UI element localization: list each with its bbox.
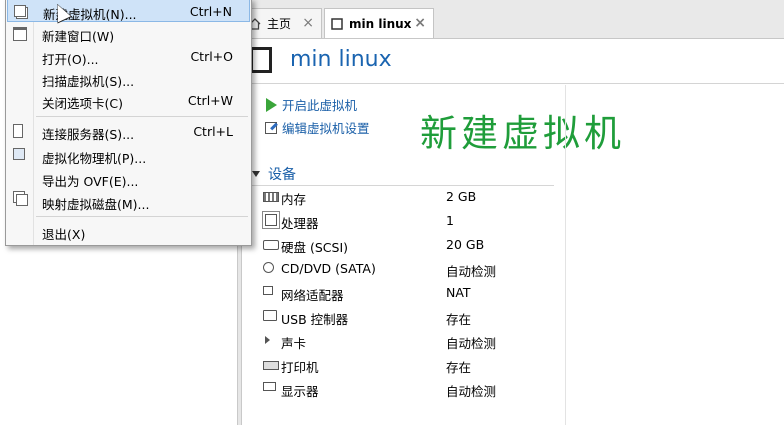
menu-item-virtualize-physical[interactable]: 虚拟化物理机(P)... bbox=[7, 144, 250, 167]
menu-item-shortcut: Ctrl+W bbox=[187, 93, 233, 108]
tab-home-label: 主页 bbox=[267, 17, 292, 31]
device-value: 20 GB bbox=[446, 237, 485, 252]
device-row-harddisk[interactable]: 硬盘 (SCSI) 20 GB bbox=[263, 233, 563, 257]
harddisk-icon bbox=[263, 240, 279, 250]
map-disk-icon bbox=[16, 194, 28, 206]
menu-item-exit[interactable]: 退出(X) bbox=[7, 220, 250, 243]
usb-icon bbox=[263, 310, 277, 321]
menu-item-label: 虚拟化物理机(P)... bbox=[42, 151, 147, 166]
device-row-memory[interactable]: 内存 2 GB bbox=[263, 185, 563, 209]
column-divider bbox=[565, 85, 566, 425]
device-name: 内存 bbox=[281, 192, 307, 207]
menu-item-scan[interactable]: 扫描虚拟机(S)... bbox=[7, 67, 250, 90]
menu-item-close-tab[interactable]: 关闭选项卡(C) Ctrl+W bbox=[7, 89, 250, 112]
tab-vm[interactable]: min linux × bbox=[324, 8, 434, 38]
vm-title: min linux bbox=[290, 47, 392, 72]
device-row-sound[interactable]: 声卡 自动检测 bbox=[263, 329, 563, 353]
new-vm-icon bbox=[14, 5, 26, 17]
sound-card-icon bbox=[265, 336, 270, 344]
device-value: 自动检测 bbox=[446, 264, 497, 279]
display-icon bbox=[263, 382, 276, 391]
menu-item-open[interactable]: 打开(O)... Ctrl+O bbox=[7, 45, 250, 68]
menu-item-label: 新建窗口(W) bbox=[42, 29, 115, 44]
menu-separator bbox=[36, 116, 248, 117]
menu-item-label: 扫描虚拟机(S)... bbox=[42, 74, 135, 89]
tab-strip: 主页 × min linux × bbox=[242, 0, 784, 39]
device-value: 存在 bbox=[446, 360, 472, 375]
device-name: 显示器 bbox=[281, 384, 319, 399]
menu-item-shortcut: Ctrl+O bbox=[190, 49, 233, 64]
vm-icon bbox=[331, 17, 343, 30]
device-name: 硬盘 (SCSI) bbox=[281, 240, 349, 255]
menu-item-label: 导出为 OVF(E)... bbox=[42, 174, 139, 189]
processor-icon bbox=[265, 214, 277, 226]
device-row-processor[interactable]: 处理器 1 bbox=[263, 209, 563, 233]
new-window-icon bbox=[13, 27, 27, 41]
device-name: CD/DVD (SATA) bbox=[281, 261, 376, 276]
device-name: 声卡 bbox=[281, 336, 307, 351]
memory-icon bbox=[263, 192, 279, 202]
device-list: 内存 2 GB 处理器 1 硬盘 (SCSI) 20 GB CD/DVD (SA… bbox=[263, 185, 563, 401]
tab-vm-close-icon[interactable]: × bbox=[414, 15, 426, 31]
device-value: 自动检测 bbox=[446, 336, 497, 351]
tab-home-close-icon[interactable]: × bbox=[302, 15, 314, 31]
device-name: 网络适配器 bbox=[281, 288, 344, 303]
device-row-usb[interactable]: USB 控制器 存在 bbox=[263, 305, 563, 329]
devices-section-header[interactable]: 设备 bbox=[252, 163, 554, 186]
vm-summary-page: min linux 开启此虚拟机 编辑虚拟机设置 新建虚拟机 设备 内存 2 G… bbox=[242, 39, 784, 425]
vm-title-bar: min linux bbox=[242, 39, 784, 84]
menu-item-shortcut: Ctrl+N bbox=[189, 4, 232, 19]
device-value: NAT bbox=[446, 285, 471, 300]
virtualize-physical-icon bbox=[13, 148, 25, 160]
edit-settings-label: 编辑虚拟机设置 bbox=[282, 121, 370, 136]
menu-item-new-window[interactable]: 新建窗口(W) bbox=[7, 22, 250, 45]
menu-item-label: 退出(X) bbox=[42, 227, 86, 242]
network-adapter-icon bbox=[263, 286, 273, 295]
vm-actions: 开启此虚拟机 编辑虚拟机设置 bbox=[264, 93, 370, 139]
file-menu: 新建虚拟机(N)... Ctrl+N 新建窗口(W) 打开(O)... Ctrl… bbox=[5, 0, 252, 246]
menu-item-label: 关闭选项卡(C) bbox=[42, 96, 123, 111]
connect-server-icon bbox=[13, 124, 23, 138]
device-row-cd-dvd[interactable]: CD/DVD (SATA) 自动检测 bbox=[263, 257, 563, 281]
menu-item-map-disk[interactable]: 映射虚拟磁盘(M)... bbox=[7, 190, 250, 213]
tab-vm-label: min linux bbox=[349, 16, 412, 31]
device-value: 自动检测 bbox=[446, 384, 497, 399]
edit-settings-link[interactable]: 编辑虚拟机设置 bbox=[264, 116, 370, 139]
vm-large-icon bbox=[250, 47, 272, 73]
overlay-annotation-text: 新建虚拟机 bbox=[420, 112, 625, 155]
menu-item-new-vm[interactable]: 新建虚拟机(N)... Ctrl+N bbox=[7, 0, 250, 22]
menu-item-label: 映射虚拟磁盘(M)... bbox=[42, 197, 150, 212]
device-name: 处理器 bbox=[281, 216, 319, 231]
devices-title: 设备 bbox=[268, 167, 296, 183]
edit-settings-icon bbox=[264, 121, 278, 135]
device-row-network[interactable]: 网络适配器 NAT bbox=[263, 281, 563, 305]
device-row-printer[interactable]: 打印机 存在 bbox=[263, 353, 563, 377]
device-value: 1 bbox=[446, 213, 454, 228]
device-name: USB 控制器 bbox=[281, 312, 349, 327]
cd-dvd-icon bbox=[263, 262, 274, 273]
menu-item-export-ovf[interactable]: 导出为 OVF(E)... bbox=[7, 167, 250, 190]
menu-item-shortcut: Ctrl+L bbox=[193, 124, 233, 139]
printer-icon bbox=[263, 361, 279, 370]
power-on-label: 开启此虚拟机 bbox=[282, 98, 358, 113]
device-name: 打印机 bbox=[281, 360, 319, 375]
collapse-arrow-icon[interactable] bbox=[252, 171, 260, 177]
menu-item-connect-server[interactable]: 连接服务器(S)... Ctrl+L bbox=[7, 120, 250, 143]
menu-item-label: 连接服务器(S)... bbox=[42, 127, 135, 142]
device-row-display[interactable]: 显示器 自动检测 bbox=[263, 377, 563, 401]
power-on-link[interactable]: 开启此虚拟机 bbox=[264, 93, 370, 116]
menu-separator bbox=[36, 216, 248, 217]
menu-item-label: 打开(O)... bbox=[42, 52, 99, 67]
tab-home[interactable]: 主页 × bbox=[242, 8, 322, 38]
device-value: 存在 bbox=[446, 312, 472, 327]
device-value: 2 GB bbox=[446, 189, 477, 204]
play-icon bbox=[264, 97, 278, 112]
